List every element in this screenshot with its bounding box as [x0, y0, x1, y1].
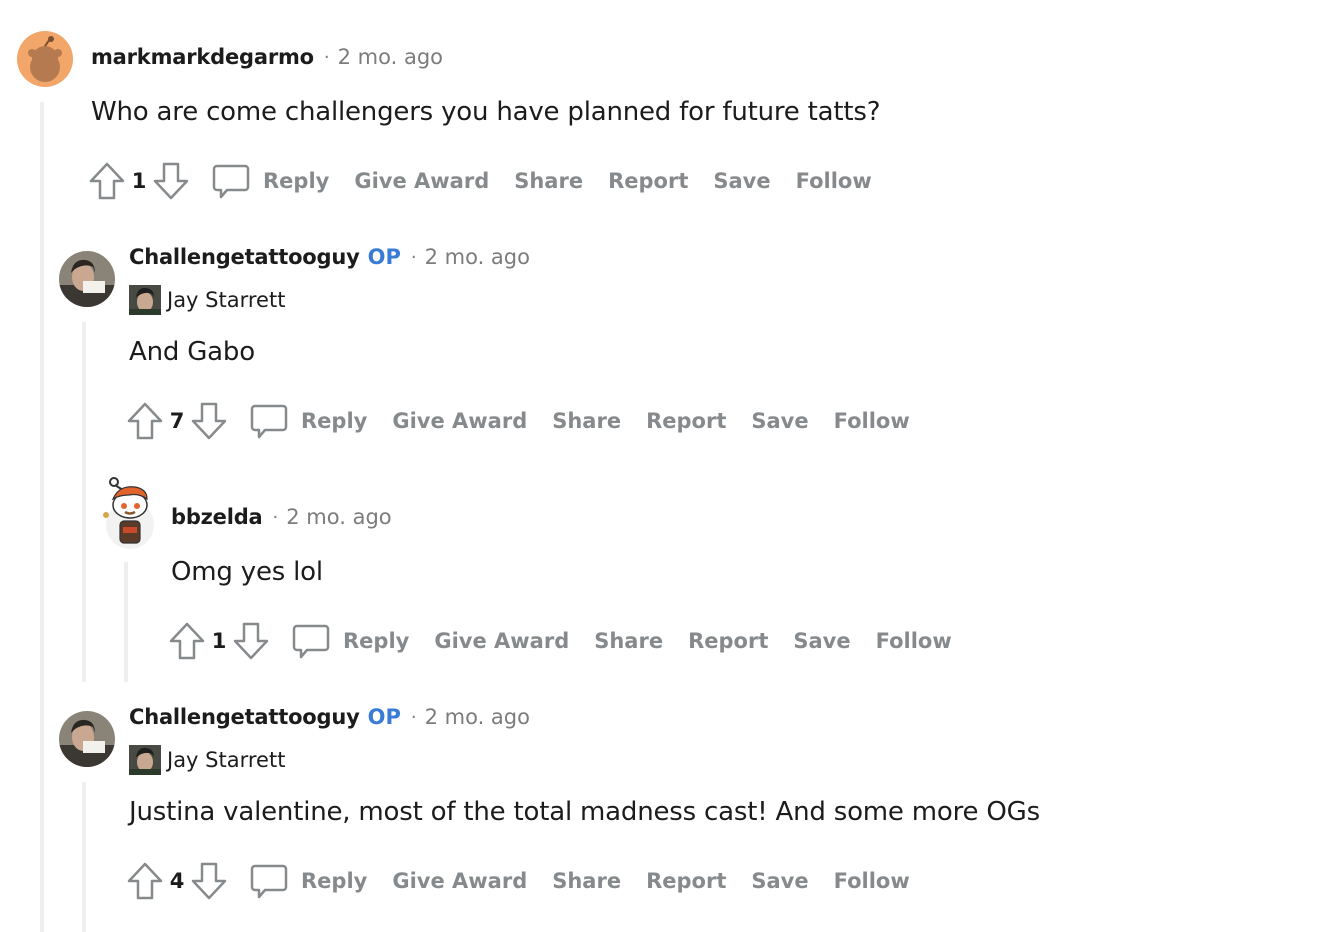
timestamp[interactable]: 2 mo. ago	[338, 45, 443, 69]
comment-meta: Challengetattooguy OP · 2 mo. ago	[129, 705, 530, 729]
upvote-button[interactable]	[167, 621, 207, 661]
share-button[interactable]: Share	[552, 869, 621, 893]
reply-button[interactable]: Reply	[291, 621, 434, 661]
reply-button[interactable]: Reply	[211, 161, 354, 201]
report-button[interactable]: Report	[688, 629, 768, 653]
flair-text: Jay Starrett	[167, 748, 286, 772]
username[interactable]: Challengetattooguy	[129, 705, 360, 729]
user-photo-avatar-icon	[59, 251, 115, 307]
save-button[interactable]: Save	[751, 869, 808, 893]
comment-meta: markmarkdegarmo · 2 mo. ago	[91, 45, 443, 69]
upvote-arrow-icon	[169, 622, 205, 660]
report-button[interactable]: Report	[608, 169, 688, 193]
flair-image-icon	[129, 285, 161, 315]
share-button[interactable]: Share	[514, 169, 583, 193]
comment-meta: bbzelda · 2 mo. ago	[171, 505, 392, 529]
upvote-button[interactable]	[125, 861, 165, 901]
meta-separator: ·	[410, 706, 417, 728]
downvote-arrow-icon	[191, 402, 227, 440]
op-badge: OP	[367, 705, 401, 729]
follow-button[interactable]: Follow	[876, 629, 952, 653]
snoo-costume-avatar-icon	[103, 477, 154, 549]
give-award-button[interactable]: Give Award	[354, 169, 489, 193]
avatar[interactable]	[59, 251, 115, 307]
report-button[interactable]: Report	[646, 869, 726, 893]
username[interactable]: markmarkdegarmo	[91, 45, 314, 69]
reply-label: Reply	[301, 869, 368, 893]
vote-score: 1	[131, 169, 147, 193]
reply-button[interactable]: Reply	[249, 861, 392, 901]
downvote-button[interactable]	[189, 861, 229, 901]
upvote-button[interactable]	[87, 161, 127, 201]
give-award-button[interactable]: Give Award	[392, 869, 527, 893]
upvote-arrow-icon	[89, 162, 125, 200]
downvote-button[interactable]	[231, 621, 271, 661]
give-award-button[interactable]: Give Award	[392, 409, 527, 433]
thread-line-level-2b[interactable]	[82, 782, 86, 932]
comment-body: Justina valentine, most of the total mad…	[129, 797, 1040, 827]
upvote-arrow-icon	[127, 402, 163, 440]
follow-button[interactable]: Follow	[834, 409, 910, 433]
thread-line-level-3[interactable]	[124, 562, 128, 682]
share-button[interactable]: Share	[552, 409, 621, 433]
follow-button[interactable]: Follow	[796, 169, 872, 193]
comment-meta: Challengetattooguy OP · 2 mo. ago	[129, 245, 530, 269]
avatar[interactable]	[17, 31, 73, 87]
downvote-arrow-icon	[233, 622, 269, 660]
user-flair: Jay Starrett	[129, 285, 285, 315]
save-button[interactable]: Save	[713, 169, 770, 193]
meta-separator: ·	[410, 246, 417, 268]
give-award-button[interactable]: Give Award	[434, 629, 569, 653]
avatar[interactable]	[59, 711, 115, 767]
snoo-avatar-icon	[17, 31, 73, 87]
comment-bubble-icon	[291, 621, 331, 661]
user-photo-avatar-icon	[59, 711, 115, 767]
comment-bubble-icon	[211, 161, 251, 201]
meta-separator: ·	[323, 46, 330, 68]
timestamp[interactable]: 2 mo. ago	[286, 505, 391, 529]
comment-body: Who are come challengers you have planne…	[91, 97, 881, 127]
share-button[interactable]: Share	[594, 629, 663, 653]
vote-score: 7	[169, 409, 185, 433]
comment-bubble-icon	[249, 861, 289, 901]
timestamp[interactable]: 2 mo. ago	[425, 705, 530, 729]
comment-bubble-icon	[249, 401, 289, 441]
vote-score: 1	[211, 629, 227, 653]
avatar[interactable]	[101, 475, 159, 549]
comment-body: And Gabo	[129, 337, 255, 367]
downvote-button[interactable]	[151, 161, 191, 201]
save-button[interactable]: Save	[751, 409, 808, 433]
comment-actions: 7 Reply Give Award Share Report Save Fol…	[125, 399, 935, 443]
timestamp[interactable]: 2 mo. ago	[425, 245, 530, 269]
username[interactable]: Challengetattooguy	[129, 245, 360, 269]
reply-button[interactable]: Reply	[249, 401, 392, 441]
user-flair: Jay Starrett	[129, 745, 285, 775]
flair-text: Jay Starrett	[167, 288, 286, 312]
comment-actions: 4 Reply Give Award Share Report Save Fol…	[125, 859, 935, 903]
downvote-button[interactable]	[189, 401, 229, 441]
upvote-button[interactable]	[125, 401, 165, 441]
follow-button[interactable]: Follow	[834, 869, 910, 893]
reply-label: Reply	[343, 629, 410, 653]
report-button[interactable]: Report	[646, 409, 726, 433]
comment-actions: 1 Reply Give Award Share Report Save Fol…	[167, 619, 977, 663]
upvote-arrow-icon	[127, 862, 163, 900]
flair-image-icon	[129, 745, 161, 775]
downvote-arrow-icon	[153, 162, 189, 200]
save-button[interactable]: Save	[793, 629, 850, 653]
downvote-arrow-icon	[191, 862, 227, 900]
op-badge: OP	[367, 245, 401, 269]
reply-label: Reply	[301, 409, 368, 433]
comment-body: Omg yes lol	[171, 557, 323, 587]
reply-label: Reply	[263, 169, 330, 193]
username[interactable]: bbzelda	[171, 505, 263, 529]
thread-line-level-1[interactable]	[40, 102, 44, 932]
comment-actions: 1 Reply Give Award Share Report Save Fol…	[87, 159, 897, 203]
meta-separator: ·	[272, 506, 279, 528]
thread-line-level-2[interactable]	[82, 322, 86, 682]
vote-score: 4	[169, 869, 185, 893]
